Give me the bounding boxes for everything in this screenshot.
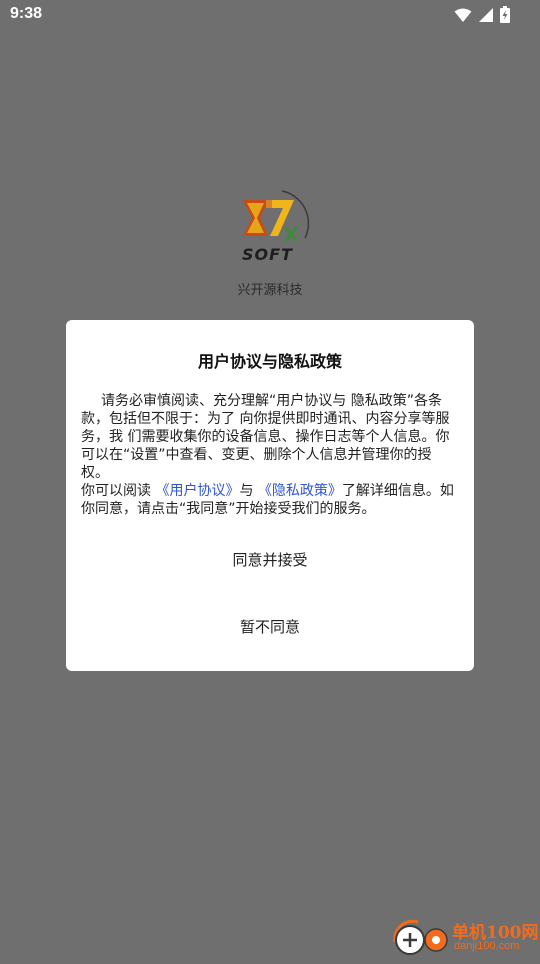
links-paragraph: 你可以阅读 《用户协议》与 《隐私政策》了解详细信息。如你同意，请点击“我同意”… xyxy=(81,482,456,518)
dialog-body: 请务必审慎阅读、充分理解“用户协议与 隐私政策”各条款，包括但不限于：为了 向你… xyxy=(81,392,456,518)
app-name: 兴开源科技 xyxy=(237,283,303,298)
watermark-site-url: danji100.com xyxy=(454,940,520,952)
agreement-text: 请务必审慎阅读、充分理解“用户协议与 隐私政策”各条款，包括但不限于：为了 向你… xyxy=(81,393,450,481)
privacy-policy-link[interactable]: 《隐私政策》 xyxy=(258,483,342,499)
status-time: 9:38 xyxy=(10,5,43,22)
logo-text: SOFT xyxy=(242,245,293,262)
decline-button[interactable]: 暂不同意 xyxy=(66,607,474,647)
user-agreement-link[interactable]: 《用户协议》 xyxy=(155,483,239,499)
signal-icon xyxy=(478,7,494,27)
accept-button[interactable]: 同意并接受 xyxy=(66,540,474,580)
site-watermark: 单机100网 danji100.com xyxy=(390,914,540,960)
agreement-dialog: 用户协议与隐私政策 请务必审慎阅读、充分理解“用户协议与 隐私政策”各条款，包括… xyxy=(66,320,474,671)
battery-charging-icon xyxy=(500,6,510,27)
links-mid: 与 xyxy=(239,483,258,499)
status-bar: 9:38 xyxy=(0,0,540,30)
wifi-icon xyxy=(454,7,472,27)
links-prefix: 你可以阅读 xyxy=(81,483,156,499)
watermark-logo-icon xyxy=(393,919,448,955)
status-icons xyxy=(454,6,510,27)
app-logo: SOFT xyxy=(238,188,310,264)
dialog-title: 用户协议与隐私政策 xyxy=(197,352,342,371)
agreement-paragraph: 请务必审慎阅读、充分理解“用户协议与 隐私政策”各条款，包括但不限于：为了 向你… xyxy=(81,392,456,482)
